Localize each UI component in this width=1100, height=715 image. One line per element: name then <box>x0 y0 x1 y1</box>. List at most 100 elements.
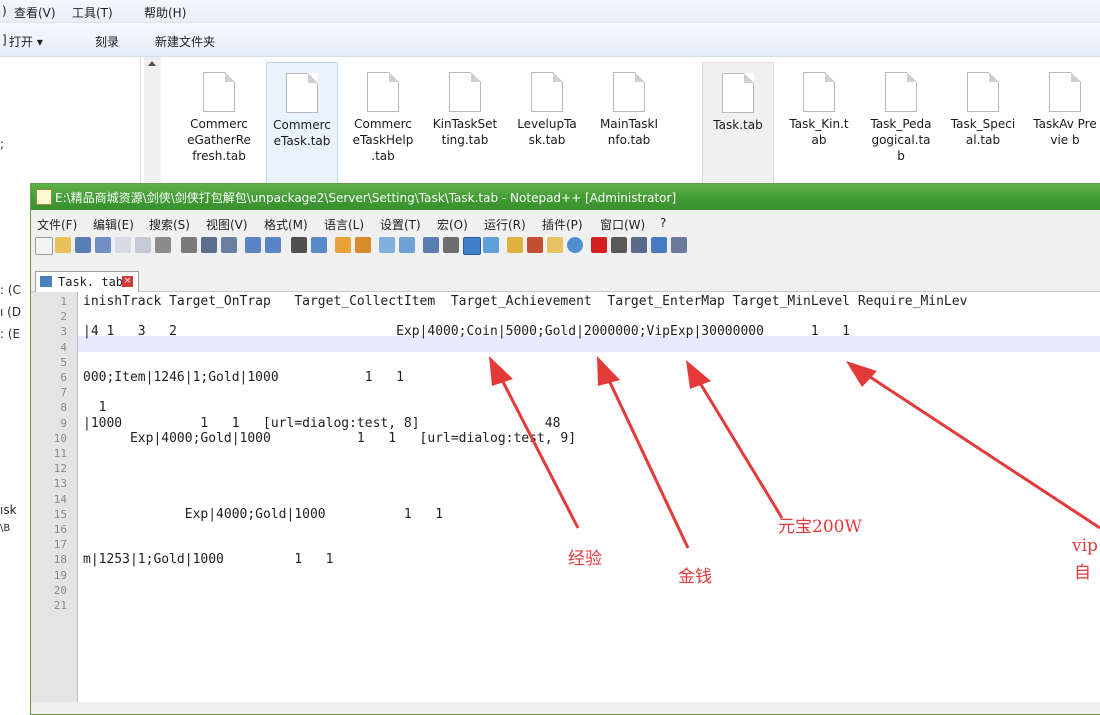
menu-help[interactable]: 帮助(H) <box>144 4 186 21</box>
file-item[interactable]: MainTaskI nfo.tab <box>594 62 664 182</box>
file-item[interactable]: LevelupTa sk.tab <box>512 62 582 182</box>
code-line[interactable]: m|1253|1;Gold|1000 1 1 <box>83 552 333 567</box>
play-macro-icon[interactable] <box>631 237 647 253</box>
scroll-up-icon[interactable] <box>148 61 156 66</box>
replace-icon[interactable] <box>311 237 327 253</box>
close-tab-icon[interactable]: × <box>122 276 133 287</box>
menu-run[interactable]: 运行(R) <box>484 216 526 233</box>
code-line[interactable]: 000;Item|1246|1;Gold|1000 1 1 <box>83 370 404 385</box>
new-file-icon[interactable] <box>35 237 53 255</box>
monitor-icon[interactable] <box>567 237 583 253</box>
file-item[interactable]: Commerc eGatherRe fresh.tab <box>184 62 254 182</box>
zoom-out-icon[interactable] <box>355 237 371 253</box>
menu-macro[interactable]: 宏(O) <box>437 216 468 233</box>
file-name: MainTaskI nfo.tab <box>599 117 659 147</box>
tab-task-tab[interactable]: Task. tab × <box>35 271 139 292</box>
menu-plugins[interactable]: 插件(P) <box>542 216 583 233</box>
indent-guide-icon[interactable] <box>463 237 481 255</box>
line-number: 19 <box>53 568 67 582</box>
nav-fragment: \B <box>0 523 11 534</box>
code-line[interactable]: 1 <box>83 400 107 415</box>
stop-macro-icon[interactable] <box>611 237 627 253</box>
notepad-icon <box>36 189 52 205</box>
user-lang-icon[interactable] <box>483 237 499 253</box>
menu-window[interactable]: 窗口(W) <box>600 216 645 233</box>
file-name: Commerc eTaskHelp .tab <box>352 117 414 163</box>
line-number: 11 <box>53 447 67 460</box>
text-editor[interactable]: 1 2 3 4 5 6 7 8 9 10 11 12 13 14 15 16 17 18 19 20 21 inishT… <box>31 292 1100 702</box>
line-number: 5 <box>60 355 67 369</box>
undo-icon[interactable] <box>245 237 261 253</box>
file-item[interactable]: Task_Peda gogical.ta b <box>866 62 936 182</box>
paste-icon[interactable] <box>221 237 237 253</box>
copy-icon[interactable] <box>201 237 217 253</box>
show-all-chars-icon[interactable] <box>443 237 459 253</box>
open-file-icon[interactable] <box>55 237 71 253</box>
line-number: 15 <box>53 507 67 521</box>
line-number: 4 <box>60 340 67 354</box>
line-number: 14 <box>53 492 67 506</box>
window-titlebar[interactable]: E:\精品商城资源\剑侠\剑侠打包解包\unpackage2\Server\Se… <box>31 184 1100 210</box>
open-button[interactable]: 打开 ▾ <box>9 33 43 50</box>
menu-settings[interactable]: 设置(T) <box>380 216 421 233</box>
menu-help[interactable]: ? <box>660 216 666 230</box>
function-list-icon[interactable] <box>527 237 543 253</box>
zoom-in-icon[interactable] <box>335 237 351 253</box>
file-item[interactable]: Task.tab <box>702 62 774 184</box>
menu-search[interactable]: 搜索(S) <box>149 216 190 233</box>
cut-icon[interactable] <box>181 237 197 253</box>
save-all-icon[interactable] <box>95 237 111 253</box>
word-wrap-icon[interactable] <box>423 237 439 253</box>
npp-menubar: 文件(F) 编辑(E) 搜索(S) 视图(V) 格式(M) 语言(L) 设置(T… <box>31 213 1100 233</box>
record-macro-icon[interactable] <box>591 237 607 253</box>
menu-view[interactable]: 查看(V) <box>14 4 56 21</box>
close-all-icon[interactable] <box>135 237 151 253</box>
file-name: Task.tab <box>713 118 763 132</box>
line-number: 1 <box>60 295 67 308</box>
redo-icon[interactable] <box>265 237 281 253</box>
file-item[interactable]: KinTaskSet ting.tab <box>430 62 500 182</box>
code-line[interactable]: |1000 1 1 [url=dialog:test, 8] 48 <box>83 416 560 431</box>
explorer-scrollbar[interactable] <box>144 57 161 187</box>
file-name: Task_Kin.t ab <box>789 117 849 147</box>
folder-workspace-icon[interactable] <box>547 237 563 253</box>
burn-button[interactable]: 刻录 <box>95 33 119 50</box>
line-number: 8 <box>60 401 67 415</box>
menu-format[interactable]: 格式(M) <box>264 216 308 233</box>
code-line[interactable]: inishTrack Target_OnTrap Target_CollectI… <box>83 294 967 309</box>
nav-drive-c[interactable]: : (C <box>0 283 21 297</box>
new-folder-button[interactable]: 新建文件夹 <box>155 33 215 50</box>
nav-drive-d[interactable]: ı (D <box>0 305 21 319</box>
code-line[interactable]: |4 1 3 2 Exp|4000;Coin|5000;Gold|2000000… <box>83 324 850 339</box>
save-icon[interactable] <box>75 237 91 253</box>
file-item[interactable]: Commerc eTaskHelp .tab <box>348 62 418 182</box>
save-macro-icon[interactable] <box>671 237 687 253</box>
menu-edit[interactable]: 编辑(E) <box>93 216 134 233</box>
doc-map-icon[interactable] <box>507 237 523 253</box>
file-item[interactable]: Task_Kin.t ab <box>784 62 854 182</box>
sync-v-icon[interactable] <box>379 237 395 253</box>
annotation-exp: 经验 <box>568 549 602 569</box>
annotation-vip: vip <box>1072 536 1098 556</box>
line-number: 10 <box>53 431 67 445</box>
annotation-gold: 元宝200W <box>778 517 862 537</box>
file-item[interactable]: Commerc eTask.tab <box>266 62 338 184</box>
menu-language[interactable]: 语言(L) <box>324 216 364 233</box>
menu-view[interactable]: 视图(V) <box>206 216 248 233</box>
menu-tools[interactable]: 工具(T) <box>72 4 113 21</box>
menu-file[interactable]: 文件(F) <box>37 216 77 233</box>
nav-drive-e[interactable]: : (E <box>0 327 20 341</box>
code-line[interactable]: Exp|4000;Gold|1000 1 1 <box>83 507 443 522</box>
file-name: Commerc eGatherRe fresh.tab <box>187 117 251 163</box>
print-icon[interactable] <box>155 237 171 253</box>
file-icon <box>613 72 645 112</box>
run-macro-icon[interactable] <box>651 237 667 253</box>
line-number: 6 <box>60 371 67 384</box>
file-item[interactable]: Task_Speci al.tab <box>948 62 1018 182</box>
find-icon[interactable] <box>291 237 307 253</box>
sync-h-icon[interactable] <box>399 237 415 253</box>
file-item[interactable]: TaskAv Previe b <box>1030 62 1100 182</box>
line-number: 18 <box>53 553 67 567</box>
close-file-icon[interactable] <box>115 237 131 253</box>
code-line[interactable]: Exp|4000;Gold|1000 1 1 [url=dialog:test,… <box>83 431 576 446</box>
